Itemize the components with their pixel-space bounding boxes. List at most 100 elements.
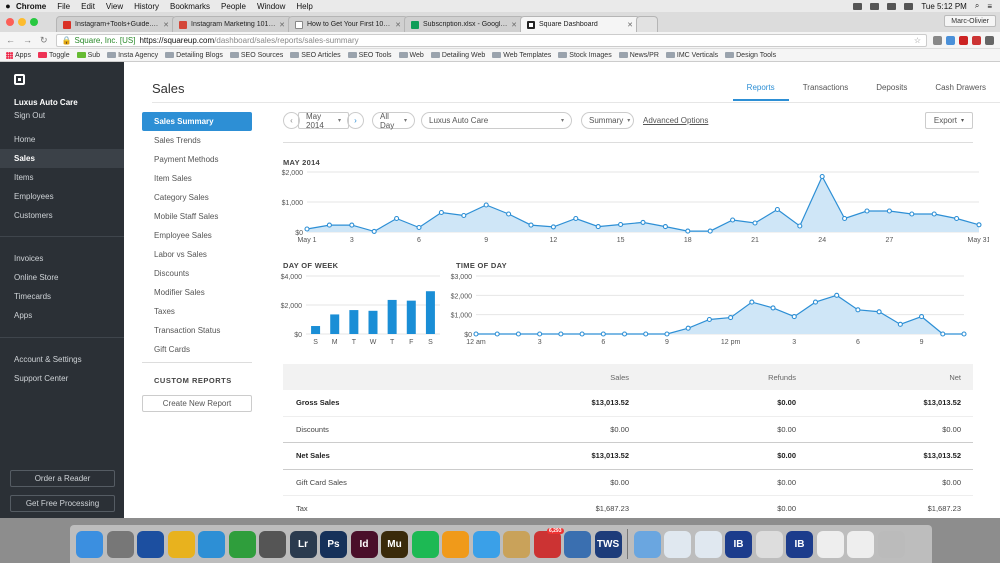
notes-icon[interactable]	[503, 530, 530, 558]
evernote-icon[interactable]	[228, 530, 256, 558]
report-mobile-staff-sales[interactable]: Mobile Staff Sales	[142, 207, 252, 226]
stocks-icon[interactable]	[564, 530, 591, 558]
menu-window[interactable]: Window	[257, 2, 285, 11]
bookmark-folder[interactable]: Web Templates	[492, 52, 551, 59]
bookmark-folder[interactable]: Insta Agency	[107, 52, 158, 59]
photoshop-icon[interactable]: Ps	[320, 530, 347, 558]
report-modifier-sales[interactable]: Modifier Sales	[142, 283, 252, 302]
report-taxes[interactable]: Taxes	[142, 302, 252, 321]
spreadsheet-icon[interactable]	[847, 530, 874, 558]
chat-icon[interactable]	[472, 530, 500, 558]
bookmark-folder[interactable]: SEO Sources	[229, 52, 283, 59]
sidebar-item-sales[interactable]: Sales	[0, 149, 124, 168]
muse-icon[interactable]: Mu	[381, 530, 408, 558]
bookmark-folder[interactable]: Detailing Web	[430, 52, 485, 59]
bookmark-folder[interactable]: IMC Verticals	[665, 52, 718, 59]
volume-icon[interactable]	[887, 2, 897, 10]
close-tab-icon[interactable]: ✕	[163, 21, 169, 29]
sign-out-link[interactable]: Sign Out	[14, 111, 45, 120]
browser-tab[interactable]: Instagram Marketing 101 eBo ✕	[172, 16, 292, 32]
report-employee-sales[interactable]: Employee Sales	[142, 226, 252, 245]
back-arrow-icon[interactable]: ←	[6, 35, 15, 45]
profile-button[interactable]: Marc-Olivier	[944, 15, 996, 27]
menu-help[interactable]: Help	[296, 2, 312, 11]
bookmark-item[interactable]: Sub	[76, 52, 100, 59]
report-payment-methods[interactable]: Payment Methods	[142, 150, 252, 169]
sidebar-item-items[interactable]: Items	[0, 168, 124, 187]
extension-icon[interactable]	[946, 35, 955, 45]
export-button[interactable]: Export ▾	[924, 112, 973, 129]
sidebar-item-apps[interactable]: Apps	[0, 306, 124, 325]
browser-tab[interactable]: Subscription.xlsx - Google Sh ✕	[404, 16, 524, 32]
ib-icon-2[interactable]: IB	[786, 530, 813, 558]
menu-app-name[interactable]: Chrome	[16, 2, 46, 11]
ib-icon[interactable]: IB	[725, 530, 752, 558]
menu-people[interactable]: People	[221, 2, 246, 11]
finder-icon[interactable]	[76, 530, 103, 558]
photo-icon[interactable]	[259, 530, 286, 558]
close-tab-icon[interactable]: ✕	[627, 21, 633, 29]
bookmark-apps[interactable]: Apps	[6, 51, 31, 59]
minimize-window-icon[interactable]	[18, 18, 26, 26]
status-icon[interactable]	[853, 2, 863, 10]
tab-cash-drawers[interactable]: Cash Drawers	[921, 83, 1000, 101]
sidebar-item-customers[interactable]: Customers	[0, 206, 124, 225]
lightroom-icon[interactable]: Lr	[289, 530, 317, 558]
sidebar-item-online-store[interactable]: Online Store	[0, 268, 124, 287]
menu-view[interactable]: View	[106, 2, 123, 11]
indesign-icon[interactable]: Id	[350, 530, 378, 558]
sidebar-item-support-center[interactable]: Support Center	[0, 369, 124, 388]
sidebar-item-invoices[interactable]: Invoices	[0, 249, 124, 268]
sidebar-item-home[interactable]: Home	[0, 130, 124, 149]
bookmark-folder[interactable]: News/PR	[618, 52, 659, 59]
date-range-picker[interactable]: May 2014 ▾	[298, 112, 349, 130]
close-tab-icon[interactable]: ✕	[511, 21, 517, 29]
chart-window-icon-2[interactable]	[694, 530, 722, 558]
forward-arrow-icon[interactable]: →	[23, 35, 32, 45]
bookmark-folder[interactable]: SEO Tools	[347, 52, 392, 59]
report-discounts[interactable]: Discounts	[142, 264, 252, 283]
bookmark-folder[interactable]: Web	[398, 52, 424, 59]
report-labor-vs-sales[interactable]: Labor vs Sales	[142, 245, 252, 264]
menu-bookmarks[interactable]: Bookmarks	[170, 2, 210, 11]
downloads-folder-icon[interactable]	[633, 530, 661, 558]
close-window-icon[interactable]	[6, 18, 14, 26]
chrome-icon[interactable]	[167, 530, 195, 558]
pinterest-icon[interactable]	[959, 35, 968, 45]
preview-icon[interactable]	[816, 530, 844, 558]
mail-bird-icon[interactable]	[137, 530, 164, 558]
bookmark-star-icon[interactable]: ☆	[914, 36, 921, 45]
bookmark-folder[interactable]: SEO Articles	[290, 52, 341, 59]
close-tab-icon[interactable]: ✕	[279, 21, 285, 29]
battery-icon[interactable]	[904, 2, 914, 10]
sidebar-item-account-settings[interactable]: Account & Settings	[0, 350, 124, 369]
spotify-icon[interactable]	[411, 530, 439, 558]
report-gift-cards[interactable]: Gift Cards	[142, 340, 252, 359]
sidebar-item-employees[interactable]: Employees	[0, 187, 124, 206]
sidebar-item-timecards[interactable]: Timecards	[0, 287, 124, 306]
square-logo-icon[interactable]	[14, 74, 25, 85]
create-new-report-button[interactable]: Create New Report	[142, 395, 252, 412]
report-transaction-status[interactable]: Transaction Status	[142, 321, 252, 340]
browser-tab[interactable]: Instagram+Tools+Guide.pdf ✕	[56, 16, 176, 32]
tws-icon[interactable]: TWS	[594, 530, 622, 558]
apple-icon[interactable]: ●	[0, 1, 16, 11]
tab-reports[interactable]: Reports	[732, 83, 789, 101]
reload-icon[interactable]: ↻	[40, 35, 48, 46]
bookmark-folder[interactable]: Detailing Blogs	[165, 52, 223, 59]
time-range-select[interactable]: All Day ▾	[372, 112, 415, 130]
advanced-options-link[interactable]: Advanced Options	[643, 116, 708, 125]
bookmark-folder[interactable]: Stock Images	[558, 52, 612, 59]
document-icon[interactable]	[755, 530, 783, 558]
trash-icon[interactable]	[877, 530, 905, 558]
order-reader-button[interactable]: Order a Reader	[10, 470, 115, 487]
airmail-icon[interactable]: 6,293	[533, 527, 564, 558]
menu-edit[interactable]: Edit	[81, 2, 95, 11]
menu-history[interactable]: History	[134, 2, 159, 11]
location-select[interactable]: Luxus Auto Care ▾	[421, 112, 572, 129]
menu-file[interactable]: File	[57, 2, 70, 11]
report-type-select[interactable]: Summary ▾	[581, 112, 634, 129]
report-category-sales[interactable]: Category Sales	[142, 188, 252, 207]
extension-icon[interactable]	[933, 35, 942, 45]
extension-icon[interactable]	[972, 35, 981, 45]
